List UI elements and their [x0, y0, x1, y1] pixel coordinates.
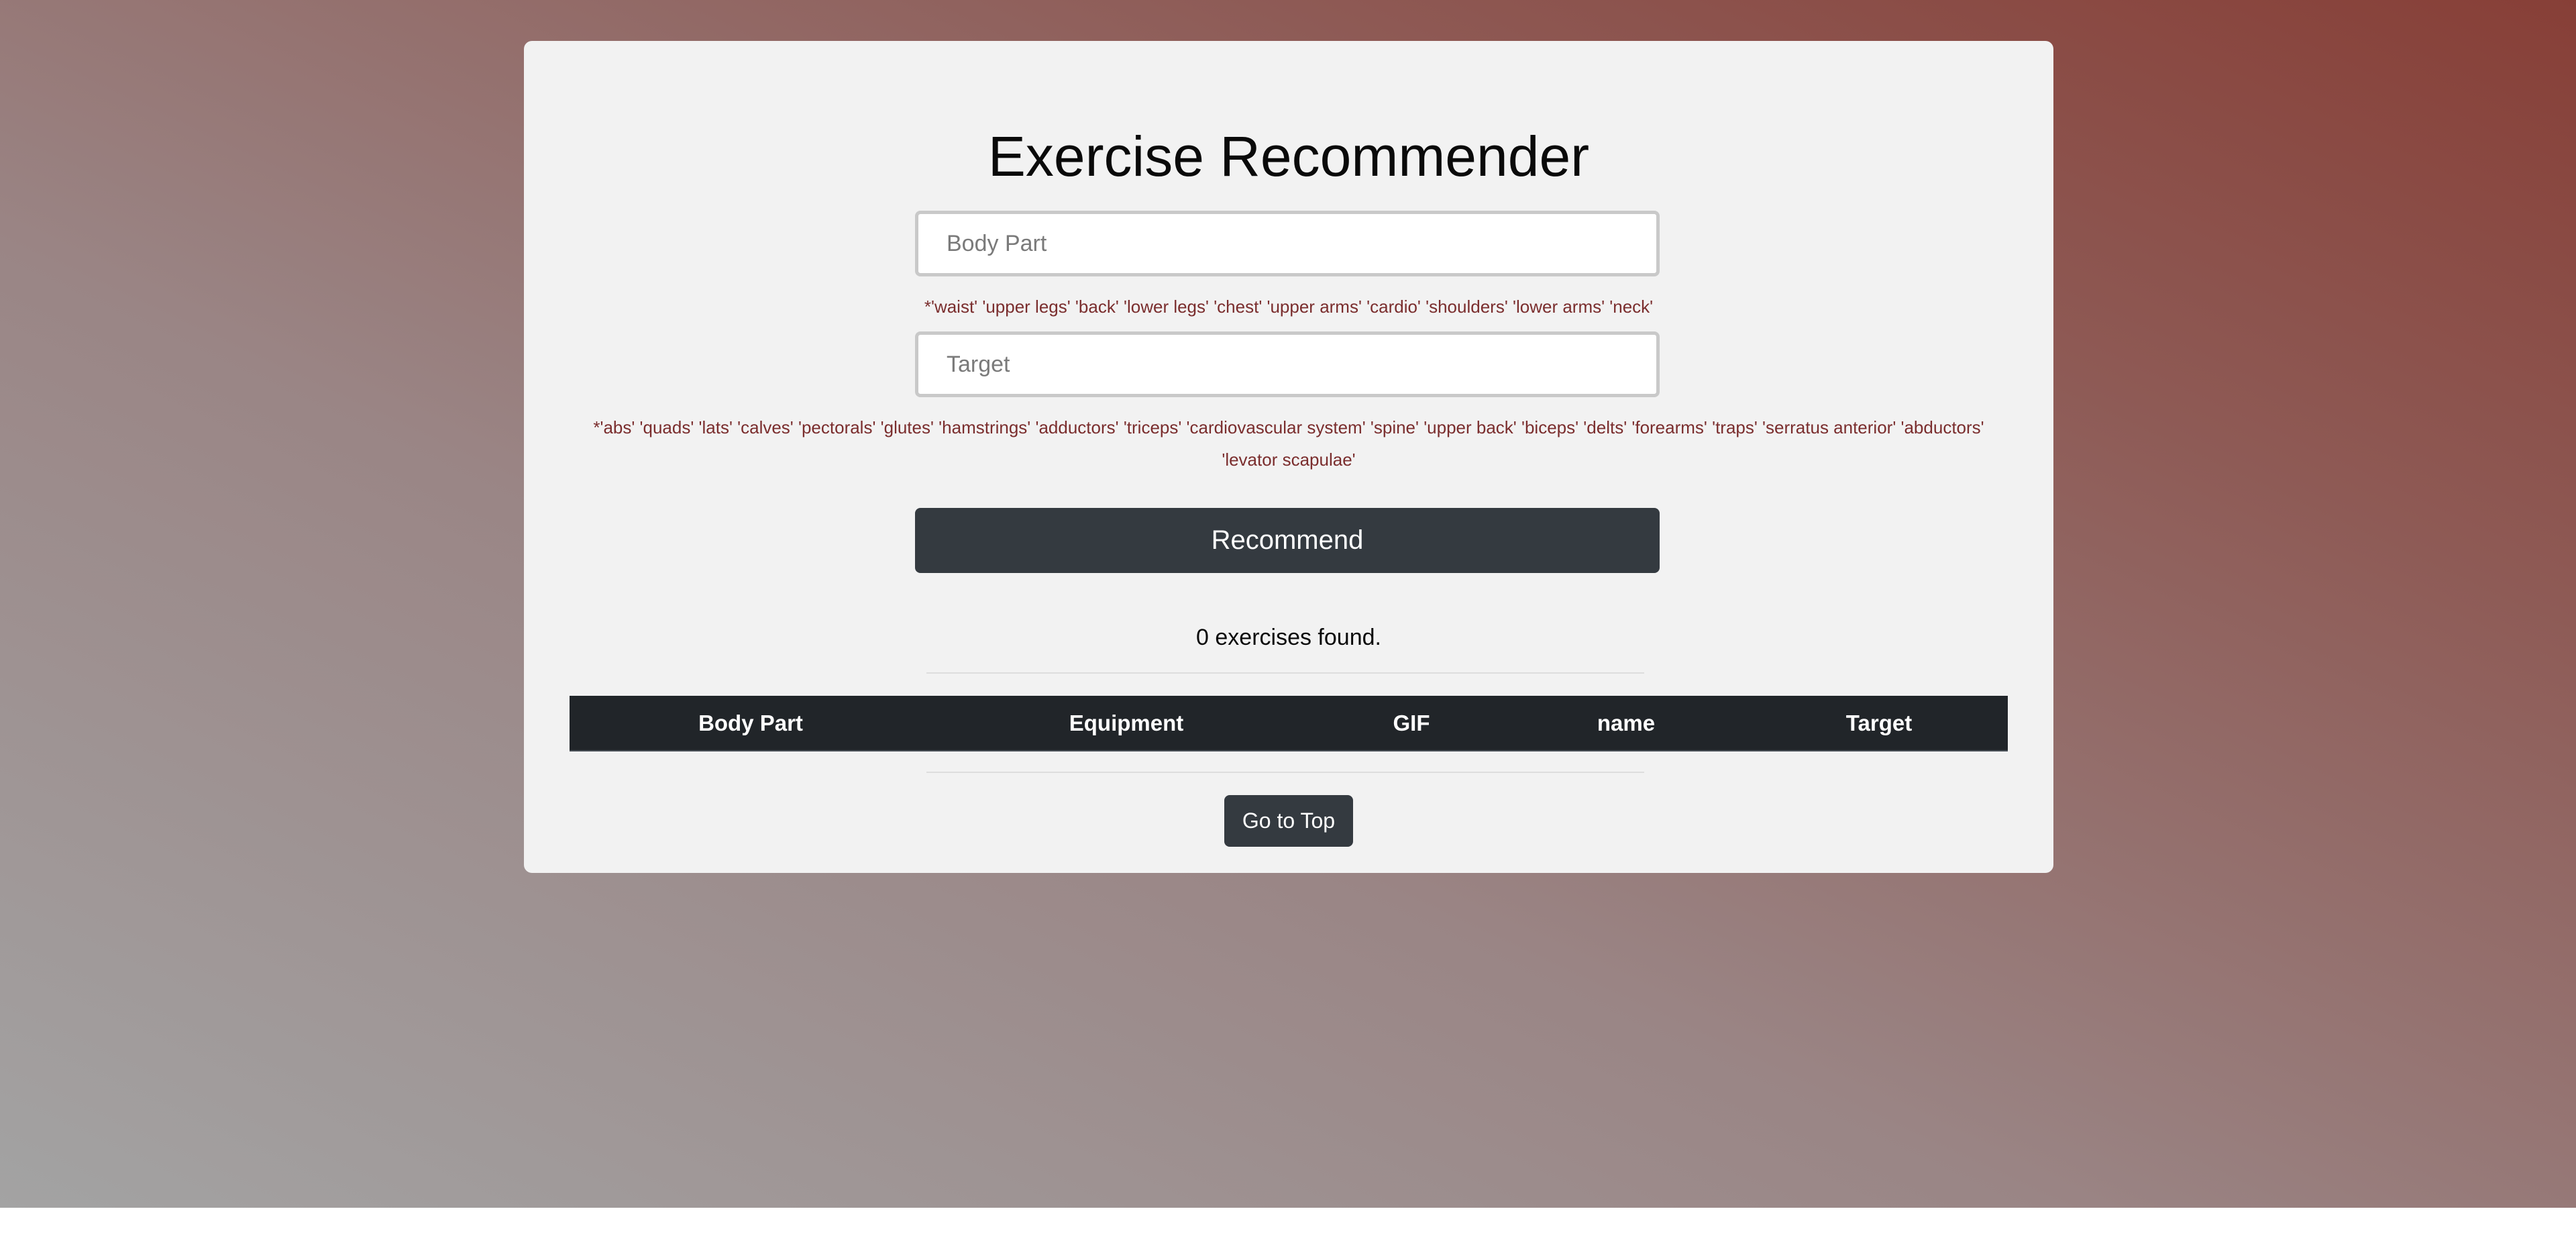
column-header-body-part: Body Part — [698, 710, 803, 735]
main-card: Exercise Recommender *'waist' 'upper leg… — [524, 41, 2053, 873]
column-header-equipment: Equipment — [1069, 710, 1184, 735]
body-part-hint: *'waist' 'upper legs' 'back' 'lower legs… — [924, 297, 1654, 317]
target-hint: *'abs' 'quads' 'lats' 'calves' 'pectoral… — [593, 417, 1984, 470]
divider — [926, 672, 1644, 674]
column-header-target: Target — [1845, 710, 1913, 735]
divider — [926, 772, 1644, 773]
column-header-gif: GIF — [1393, 710, 1430, 735]
page-title: Exercise Recommender — [987, 125, 1590, 188]
results-count: 0 exercises found. — [1196, 625, 1381, 650]
column-header-name: name — [1597, 710, 1656, 735]
go-to-top-button[interactable]: Go to Top — [1224, 795, 1353, 847]
body-part-input[interactable] — [915, 211, 1660, 276]
results-table-header: Body Part Equipment GIF name Target — [570, 696, 2008, 751]
recommend-button[interactable]: Recommend — [915, 508, 1660, 573]
target-input[interactable] — [915, 331, 1660, 397]
